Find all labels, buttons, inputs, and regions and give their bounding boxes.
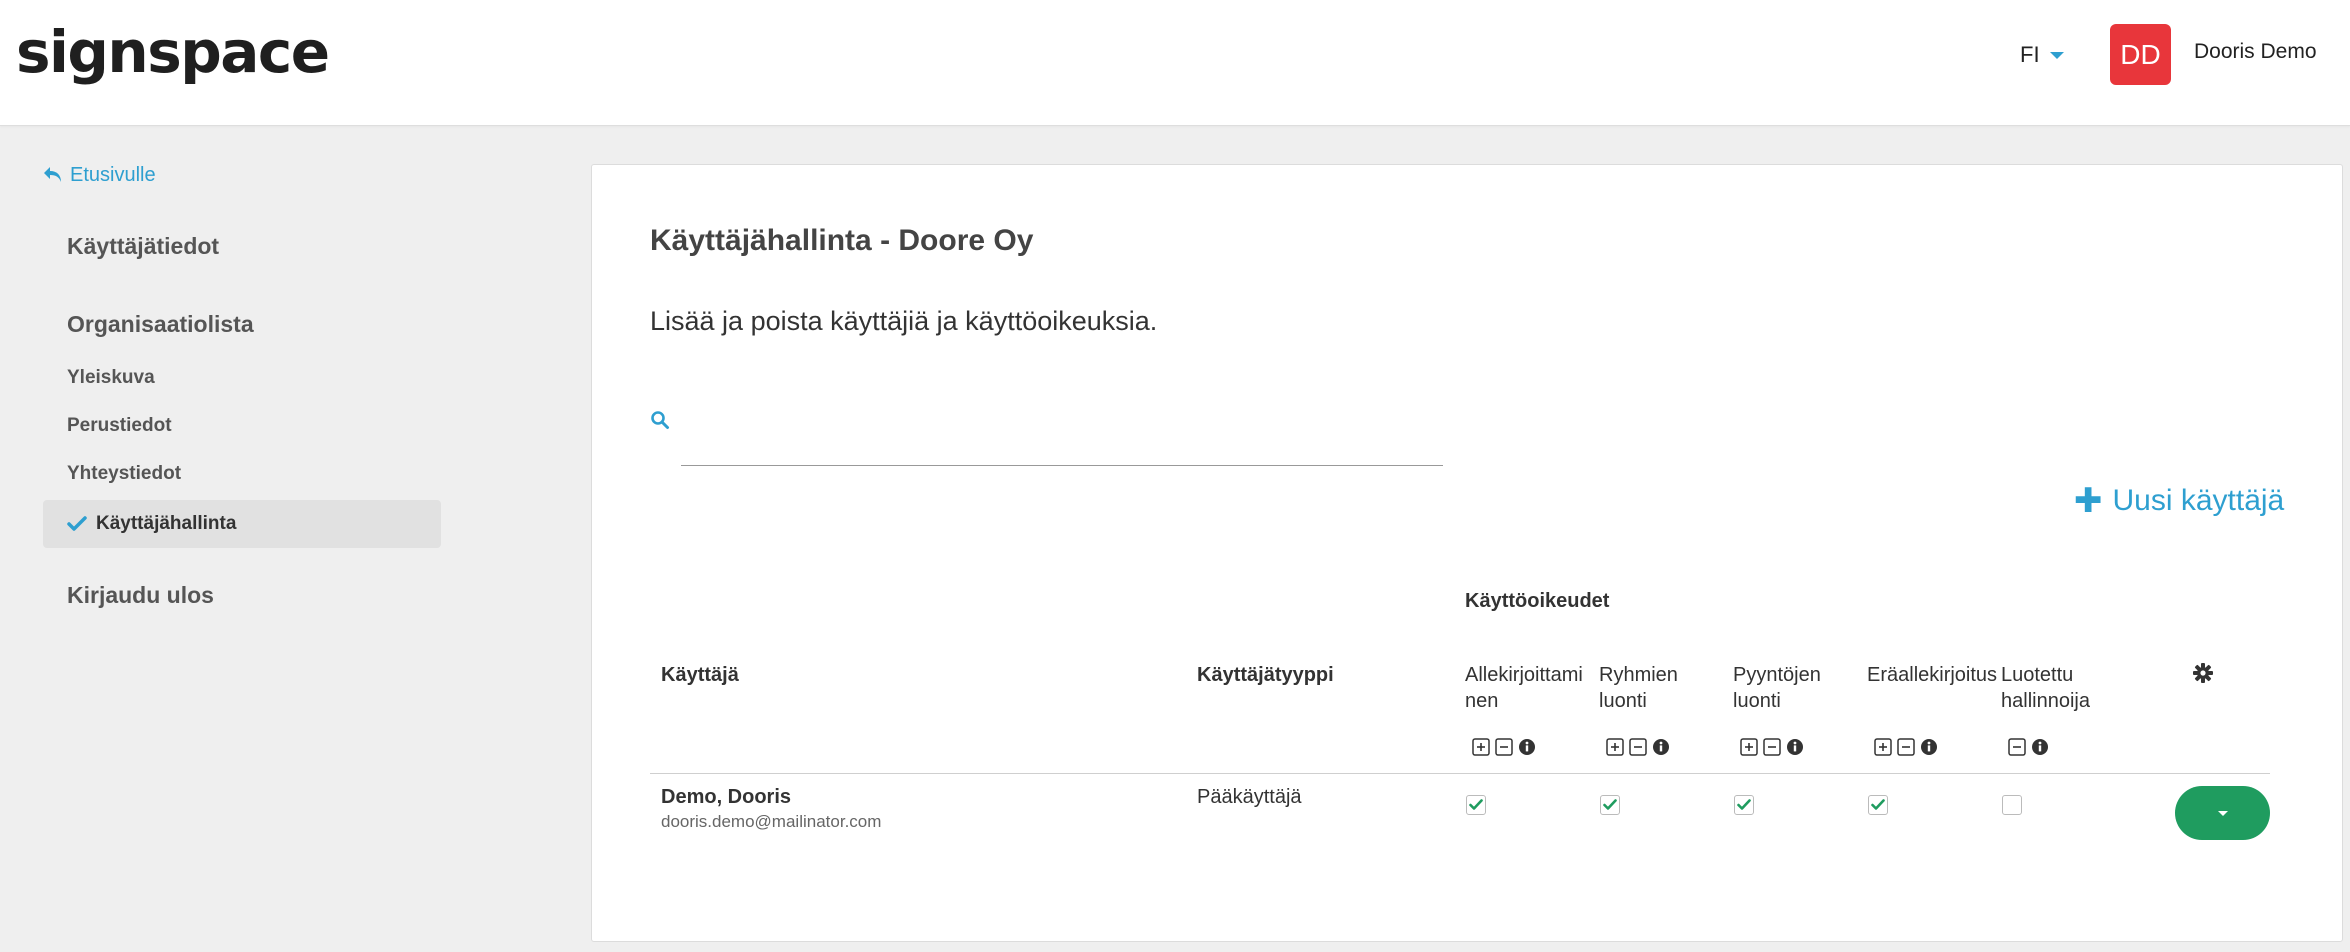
chevron-down-icon bbox=[2049, 51, 2064, 59]
trusted-admin-bulk-actions bbox=[2007, 736, 2049, 758]
user-actions-dropdown-button[interactable] bbox=[2175, 786, 2270, 840]
user-row-type: Pääkäyttäjä bbox=[1197, 786, 1302, 808]
column-header-user-type: Käyttäjätyyppi bbox=[1197, 664, 1334, 686]
sidebar-item-user-management[interactable]: Käyttäjähallinta bbox=[43, 500, 441, 548]
sidebar-item-user-info[interactable]: Käyttäjätiedot bbox=[67, 233, 219, 260]
collapse-all-icon[interactable] bbox=[1762, 738, 1781, 757]
search-input[interactable] bbox=[681, 424, 1443, 466]
column-header-line: nen bbox=[1465, 690, 1499, 712]
collapse-all-icon[interactable] bbox=[1494, 738, 1513, 757]
expand-all-icon[interactable] bbox=[1739, 738, 1758, 757]
expand-all-icon[interactable] bbox=[1873, 738, 1892, 757]
collapse-all-icon[interactable] bbox=[2007, 738, 2026, 757]
checkmark-icon bbox=[1737, 799, 1751, 810]
collapse-all-icon[interactable] bbox=[1628, 738, 1647, 757]
column-header-group-creation: Ryhmien luonti bbox=[1599, 662, 1678, 714]
signing-permission-checkbox[interactable] bbox=[1466, 795, 1486, 815]
column-header-line: Eräallekirjoitus bbox=[1867, 664, 1998, 686]
signing-bulk-actions bbox=[1471, 736, 1536, 758]
sidebar-item-basic-info[interactable]: Perustiedot bbox=[67, 415, 172, 437]
info-icon[interactable] bbox=[1651, 738, 1670, 757]
sidebar-item-organisation-list[interactable]: Organisaatiolista bbox=[67, 311, 254, 338]
page-description: Lisää ja poista käyttäjiä ja käyttöoikeu… bbox=[650, 306, 1158, 336]
page-title: Käyttäjähallinta - Doore Oy bbox=[650, 224, 1034, 257]
back-to-home-link[interactable]: Etusivulle bbox=[42, 160, 156, 190]
user-row-email: dooris.demo@mailinator.com bbox=[661, 812, 882, 831]
request-creation-permission-checkbox[interactable] bbox=[1734, 795, 1754, 815]
checkmark-icon bbox=[1469, 799, 1483, 810]
expand-all-icon[interactable] bbox=[1471, 738, 1490, 757]
permissions-group-header: Käyttöoikeudet bbox=[1465, 590, 1610, 612]
back-arrow-icon bbox=[44, 167, 61, 182]
signspace-logo[interactable]: signspace bbox=[16, 18, 330, 86]
user-avatar[interactable]: DD bbox=[2110, 24, 2171, 85]
group-creation-permission-checkbox[interactable] bbox=[1600, 795, 1620, 815]
column-header-line: hallinnoija bbox=[2001, 690, 2090, 712]
column-header-request-creation: Pyyntöjen luonti bbox=[1733, 662, 1821, 714]
info-icon[interactable] bbox=[1517, 738, 1536, 757]
info-icon[interactable] bbox=[2030, 738, 2049, 757]
table-divider bbox=[650, 773, 2270, 774]
request-creation-bulk-actions bbox=[1739, 736, 1804, 758]
column-header-line: Luotettu bbox=[2001, 664, 2074, 686]
caret-down-icon bbox=[2217, 810, 2228, 816]
sidebar-item-label: Käyttäjähallinta bbox=[96, 513, 237, 534]
user-row-name: Demo, Dooris bbox=[661, 786, 792, 808]
column-header-line: luonti bbox=[1733, 690, 1781, 712]
add-user-button[interactable]: ✚ Uusi käyttäjä bbox=[2074, 480, 2284, 522]
add-user-label: Uusi käyttäjä bbox=[2112, 484, 2285, 517]
user-name[interactable]: Dooris Demo bbox=[2194, 40, 2317, 64]
gear-icon[interactable] bbox=[2192, 662, 2214, 684]
column-header-user: Käyttäjä bbox=[661, 664, 739, 686]
back-link-label: Etusivulle bbox=[70, 163, 156, 186]
language-selector[interactable]: FI bbox=[2020, 40, 2064, 70]
batch-signing-permission-checkbox[interactable] bbox=[1868, 795, 1888, 815]
language-label: FI bbox=[2020, 42, 2040, 67]
plus-icon: ✚ bbox=[2074, 482, 2103, 520]
batch-signing-bulk-actions bbox=[1873, 736, 1938, 758]
column-header-batch-signing: Eräallekirjoitus bbox=[1867, 662, 1997, 688]
info-icon[interactable] bbox=[1919, 738, 1938, 757]
column-header-line: Pyyntöjen bbox=[1733, 664, 1821, 686]
checkmark-icon bbox=[1603, 799, 1617, 810]
collapse-all-icon[interactable] bbox=[1896, 738, 1915, 757]
info-icon[interactable] bbox=[1785, 738, 1804, 757]
column-header-signing: Allekirjoittami nen bbox=[1465, 662, 1583, 714]
column-header-line: Allekirjoittami bbox=[1465, 664, 1583, 686]
column-header-trusted-admin: Luotettu hallinnoija bbox=[2001, 662, 2090, 714]
column-header-line: luonti bbox=[1599, 690, 1647, 712]
expand-all-icon[interactable] bbox=[1605, 738, 1624, 757]
checkmark-icon bbox=[1871, 799, 1885, 810]
sidebar-item-overview[interactable]: Yleiskuva bbox=[67, 367, 155, 389]
check-icon bbox=[67, 516, 87, 531]
sidebar-item-logout[interactable]: Kirjaudu ulos bbox=[67, 582, 214, 609]
search-icon bbox=[651, 411, 669, 429]
trusted-admin-permission-checkbox[interactable] bbox=[2002, 795, 2022, 815]
sidebar-item-contact-info[interactable]: Yhteystiedot bbox=[67, 463, 181, 485]
group-creation-bulk-actions bbox=[1605, 736, 1670, 758]
column-header-line: Ryhmien bbox=[1599, 664, 1678, 686]
top-header: signspace FI DD Dooris Demo bbox=[0, 0, 2350, 126]
